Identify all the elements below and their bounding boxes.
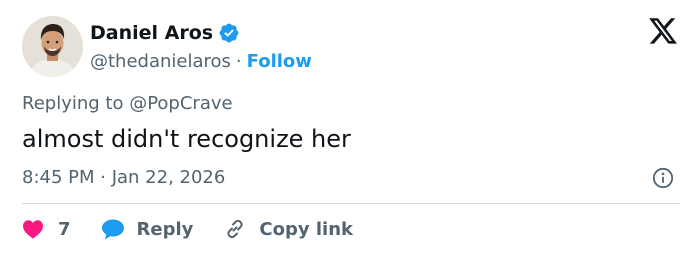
info-icon[interactable] (652, 167, 674, 189)
reply-button[interactable]: Reply (101, 218, 194, 240)
divider (22, 203, 680, 204)
avatar-image (22, 16, 83, 77)
reply-label: Reply (136, 218, 194, 240)
author-name-row: Daniel Aros (90, 20, 240, 46)
avatar[interactable] (22, 16, 83, 77)
author-name[interactable]: Daniel Aros (90, 22, 213, 44)
tweet-text: almost didn't recognize her (22, 125, 351, 153)
reply-bubble-icon (101, 219, 124, 240)
verified-badge-icon (219, 23, 239, 43)
x-logo-icon[interactable] (649, 18, 678, 45)
action-bar: 7 Reply Copy link (22, 216, 353, 242)
replying-to-label: Replying to @PopCrave (22, 93, 233, 114)
like-count: 7 (58, 218, 71, 240)
like-button[interactable]: 7 (22, 219, 71, 240)
link-icon (227, 219, 244, 239)
copy-link-button[interactable]: Copy link (223, 217, 353, 241)
separator-dot: · (235, 50, 242, 72)
author-handle[interactable]: @thedanielaros (90, 51, 231, 72)
author-handle-row: @thedanielaros · Follow (90, 49, 312, 73)
copy-link-label: Copy link (259, 218, 353, 240)
follow-button[interactable]: Follow (247, 51, 312, 72)
heart-icon (23, 220, 43, 239)
tweet-timestamp[interactable]: 8:45 PM · Jan 22, 2026 (22, 166, 225, 190)
